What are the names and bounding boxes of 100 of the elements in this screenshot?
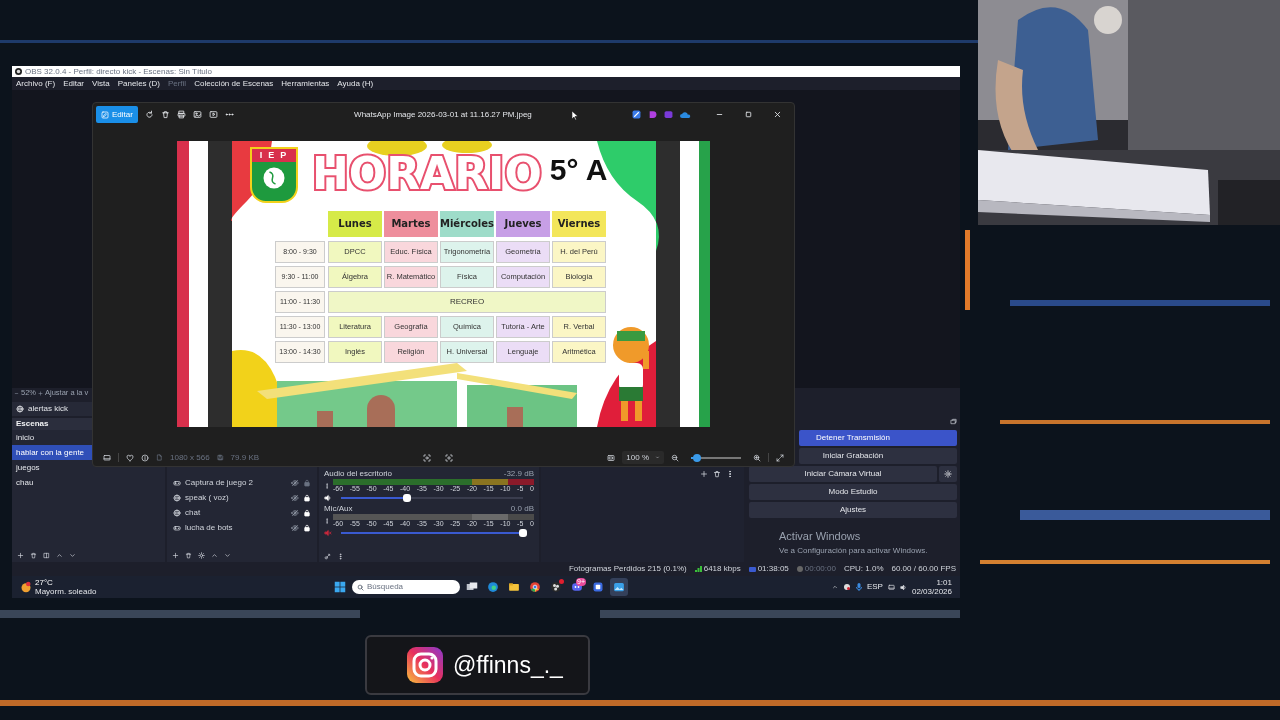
source-item[interactable]: speak ( voz) xyxy=(185,491,287,504)
search-field[interactable]: Búsqueda xyxy=(352,580,460,594)
clock-date[interactable]: 02/03/2026 xyxy=(911,587,952,596)
channel-name: Audio del escritorio xyxy=(324,467,393,480)
start-icon[interactable] xyxy=(334,581,346,593)
network-icon[interactable] xyxy=(887,583,895,591)
menu-item[interactable]: Vista xyxy=(92,77,110,90)
settings-button[interactable] xyxy=(939,466,957,482)
display-icon[interactable] xyxy=(103,453,111,462)
panel-header: Escenas xyxy=(15,418,50,430)
language-indicator[interactable]: ESP xyxy=(866,581,883,593)
print-icon[interactable] xyxy=(176,110,186,120)
slider-thumb[interactable] xyxy=(402,493,411,502)
scene-item[interactable]: hablar con la gente xyxy=(12,445,92,460)
scene-item[interactable]: juegos xyxy=(12,460,92,475)
menu-item[interactable]: Herramientas xyxy=(281,77,330,90)
source-name: alertas kick xyxy=(28,403,68,415)
eye-slash-icon[interactable] xyxy=(291,478,299,487)
source-item[interactable]: Captura de juego 2 xyxy=(185,476,287,489)
break-cell: RECREO xyxy=(328,290,606,313)
add-icon[interactable] xyxy=(172,551,179,559)
bitrate: 6418 kbps xyxy=(703,563,741,575)
control-button[interactable]: Iniciar Grabación xyxy=(799,448,957,464)
scene-item[interactable]: chau xyxy=(12,475,92,490)
eye-slash-icon[interactable] xyxy=(291,493,299,502)
eye-slash-icon[interactable] xyxy=(291,508,299,517)
channel-name: Mic/Aux xyxy=(324,502,353,515)
menu-item[interactable]: Paneles (D) xyxy=(117,77,160,90)
info-icon[interactable] xyxy=(141,453,149,462)
settings-icon xyxy=(944,470,952,478)
add-icon[interactable] xyxy=(17,551,24,559)
expand-icon[interactable] xyxy=(776,453,784,462)
delete-icon[interactable] xyxy=(30,551,37,559)
menu-item[interactable]: Editar xyxy=(63,77,85,90)
clock-time[interactable]: 1:01 xyxy=(936,578,952,587)
muted-speaker-icon[interactable] xyxy=(324,528,332,537)
slider-thumb[interactable] xyxy=(693,453,701,462)
app-icon xyxy=(613,581,625,593)
lock-icon[interactable] xyxy=(303,508,311,517)
down-icon[interactable] xyxy=(224,551,231,559)
float-icon[interactable] xyxy=(950,418,957,425)
control-button[interactable]: Ajustes xyxy=(749,502,957,518)
maximize-icon[interactable] xyxy=(744,110,753,120)
focus-icon[interactable] xyxy=(423,453,432,462)
gallery-icon[interactable] xyxy=(192,110,202,120)
globe-icon xyxy=(173,508,181,517)
delete-icon[interactable] xyxy=(160,110,170,120)
app-icon xyxy=(592,581,604,593)
source-item[interactable]: lucha de bots xyxy=(185,521,287,534)
control-button[interactable]: Modo Estudio xyxy=(749,484,957,500)
filter-icon[interactable] xyxy=(43,551,50,559)
up-icon[interactable] xyxy=(56,551,63,559)
taskbar-app[interactable] xyxy=(610,578,628,596)
slider-thumb[interactable] xyxy=(519,528,527,537)
cpu-usage: CPU: 1.0% xyxy=(843,563,884,575)
eye-slash-icon[interactable] xyxy=(291,523,299,532)
rotate-icon[interactable] xyxy=(144,110,154,120)
chevron-up-icon[interactable] xyxy=(831,584,838,590)
lock-icon[interactable] xyxy=(303,493,311,502)
weather-text: Mayorm. soleado xyxy=(35,587,97,596)
speaker-icon[interactable] xyxy=(324,493,332,502)
up-icon[interactable] xyxy=(211,551,218,559)
source-item[interactable]: chat xyxy=(185,506,287,519)
close-icon[interactable] xyxy=(773,110,782,120)
zoom-dropdown[interactable]: 100 % xyxy=(622,451,664,465)
menu-item[interactable]: Colección de Escenas xyxy=(194,77,274,90)
kebab-icon[interactable] xyxy=(337,552,344,560)
settings-icon[interactable] xyxy=(198,551,205,559)
zoom-in-icon[interactable] xyxy=(753,453,761,462)
down-icon[interactable] xyxy=(69,551,76,559)
day-header: Jueves xyxy=(496,210,550,237)
delete-icon[interactable] xyxy=(185,551,192,559)
lock-icon[interactable] xyxy=(303,523,311,532)
control-button[interactable]: Detener Transmisión xyxy=(799,430,957,446)
microphone-icon[interactable] xyxy=(855,583,862,591)
cloud-icon[interactable] xyxy=(680,110,691,119)
volume-icon[interactable] xyxy=(899,583,907,591)
fit-icon[interactable] xyxy=(607,453,616,462)
file-icon xyxy=(156,454,163,462)
kebab-icon[interactable] xyxy=(726,470,734,478)
menu-item[interactable]: Archivo (F) xyxy=(16,77,56,90)
link-icon[interactable] xyxy=(324,552,331,560)
delete-icon[interactable] xyxy=(713,470,721,478)
control-button[interactable]: Iniciar Cámara Virtual xyxy=(749,466,937,482)
social-handle: @ffinns_._ xyxy=(453,650,563,680)
menu-item[interactable]: Ayuda (H) xyxy=(337,77,374,90)
app-icon xyxy=(571,581,583,593)
add-icon[interactable] xyxy=(700,470,708,478)
app-icon[interactable] xyxy=(842,583,851,591)
scan-icon[interactable] xyxy=(445,453,454,462)
globe-icon xyxy=(262,166,286,191)
zoom-out-icon[interactable] xyxy=(671,453,679,462)
stream-icon xyxy=(748,566,756,572)
heart-icon[interactable] xyxy=(126,453,134,462)
weather-icon xyxy=(20,581,32,593)
app-icon xyxy=(529,581,541,593)
app-icon[interactable] xyxy=(632,110,641,120)
slideshow-icon[interactable] xyxy=(208,110,218,120)
day-header: Viernes xyxy=(552,210,606,237)
scene-item[interactable]: inicio xyxy=(12,430,92,445)
